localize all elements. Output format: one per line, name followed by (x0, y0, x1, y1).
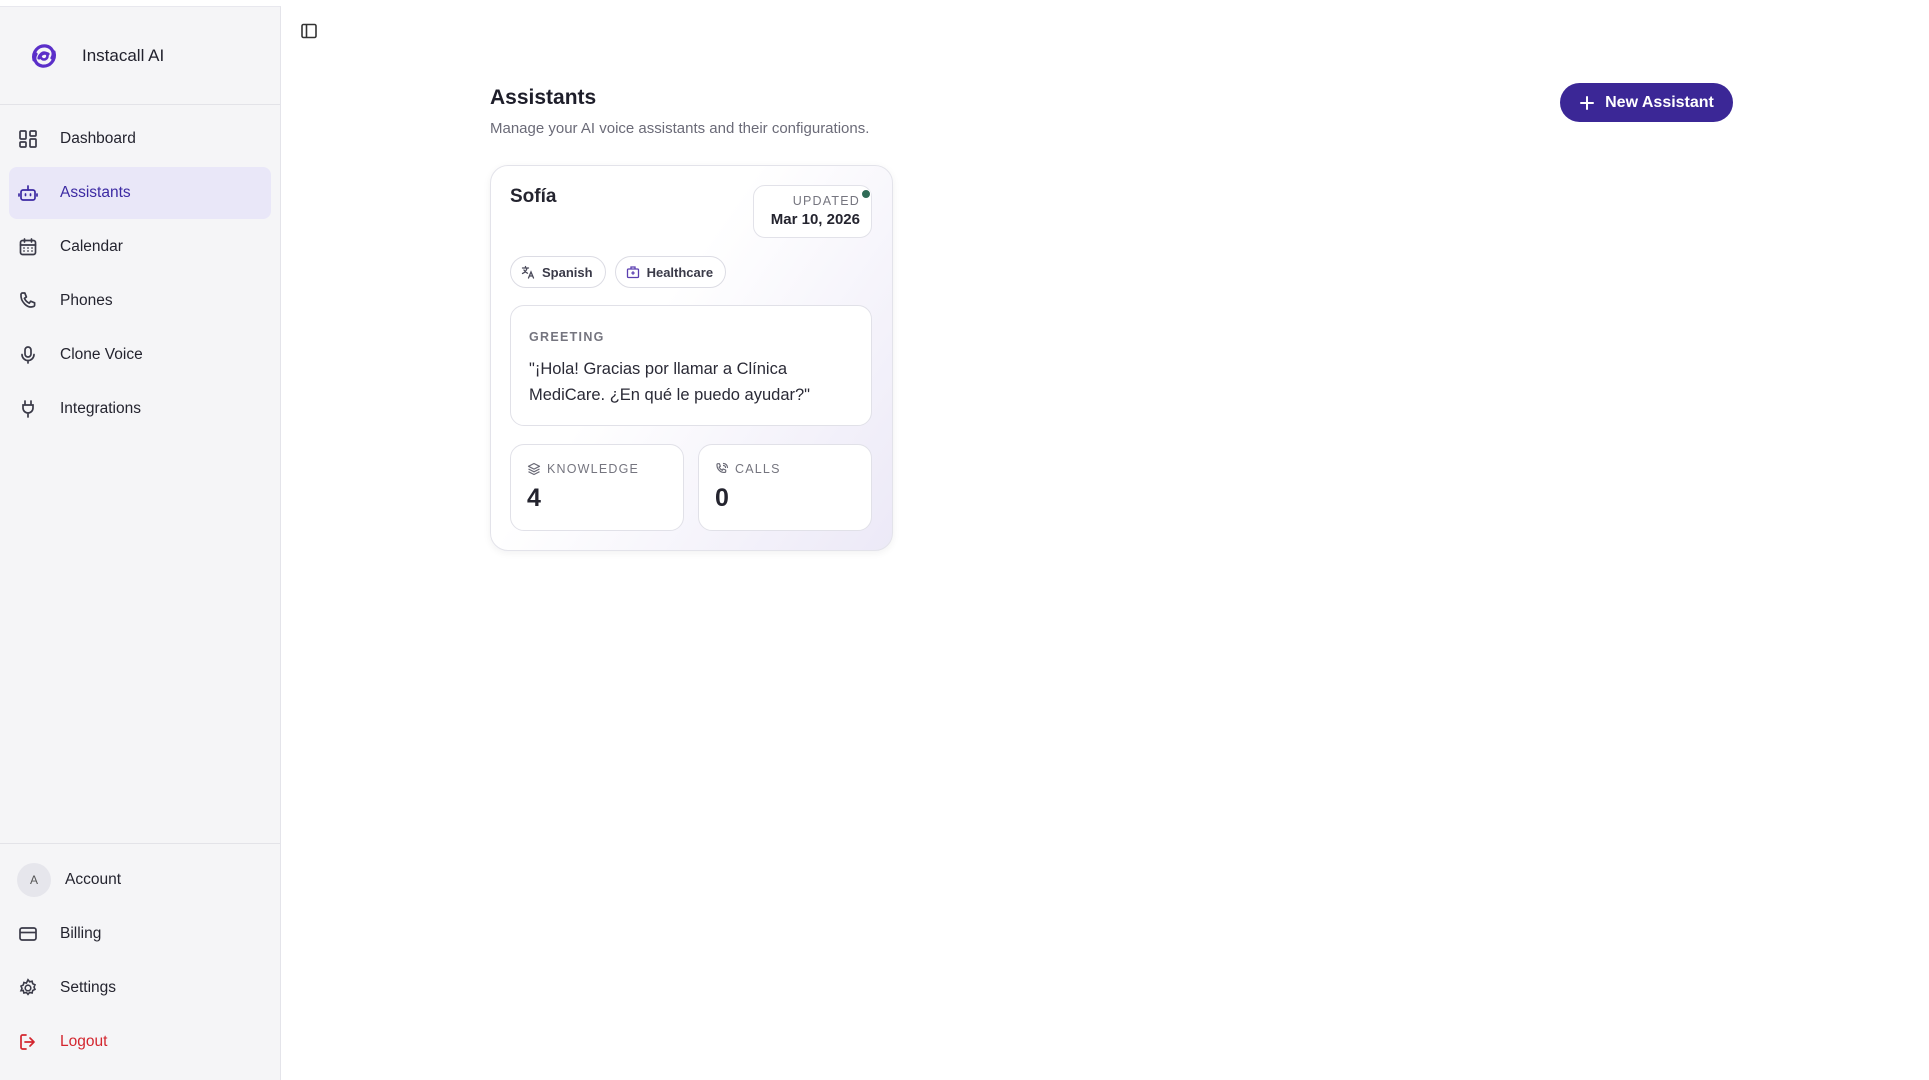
sidebar-item-label: Billing (60, 925, 102, 942)
updated-badge: UPDATED Mar 10, 2026 (753, 185, 872, 238)
hospital-icon (626, 265, 640, 279)
sidebar-item-label: Logout (60, 1033, 108, 1050)
translate-icon (521, 265, 535, 279)
dashboard-icon (17, 128, 39, 150)
sidebar-item-label: Account (65, 871, 122, 888)
tag-label: Spanish (542, 264, 593, 280)
plus-icon (1579, 95, 1595, 111)
sidebar-item-account[interactable]: A Account (9, 854, 271, 906)
knowledge-label: KNOWLEDGE (547, 462, 640, 476)
status-dot (861, 189, 871, 199)
calls-count: 0 (715, 484, 729, 512)
sidebar-item-settings[interactable]: Settings (9, 962, 271, 1014)
sidebar-item-logout[interactable]: Logout (9, 1016, 271, 1068)
sidebar-item-assistants[interactable]: Assistants (9, 167, 271, 219)
phone-call-icon (715, 462, 729, 476)
assistant-card[interactable]: Sofía UPDATED Mar 10, 2026 Spanish Healt… (490, 165, 893, 551)
sidebar-item-label: Integrations (60, 400, 141, 417)
sidebar-item-integrations[interactable]: Integrations (9, 383, 271, 435)
avatar: A (17, 863, 51, 897)
sidebar-item-billing[interactable]: Billing (9, 908, 271, 960)
logout-icon (17, 1031, 39, 1053)
sidebar-item-calendar[interactable]: Calendar (9, 221, 271, 273)
sidebar-item-label: Settings (60, 979, 117, 996)
page-title: Assistants (490, 86, 597, 109)
sidebar-item-dashboard[interactable]: Dashboard (9, 113, 271, 165)
greeting-box: GREETING "¡Hola! Gracias por llamar a Cl… (510, 305, 872, 426)
greeting-label: GREETING (529, 330, 605, 344)
calls-label: CALLS (735, 462, 781, 476)
sidebar-bottom: A Account Billing Settings Logout (0, 843, 280, 1070)
tag-list: Spanish Healthcare (510, 256, 727, 288)
calls-stat: CALLS 0 (698, 444, 872, 531)
phone-icon (17, 290, 39, 312)
updated-date: Mar 10, 2026 (770, 211, 860, 228)
app-logo-icon (26, 38, 62, 74)
calendar-icon (17, 236, 39, 258)
gear-icon (17, 977, 39, 999)
microphone-icon (17, 344, 39, 366)
plug-icon (17, 398, 39, 420)
bot-icon (17, 182, 39, 204)
app-name: Instacall AI (82, 45, 165, 65)
language-tag: Spanish (510, 256, 606, 288)
sidebar-item-label: Assistants (60, 184, 131, 201)
knowledge-count: 4 (527, 484, 541, 512)
sidebar-item-label: Calendar (60, 238, 123, 255)
main-nav: Dashboard Assistants Calendar Phones Clo… (0, 105, 280, 435)
sidebar-item-phones[interactable]: Phones (9, 275, 271, 327)
credit-card-icon (17, 923, 39, 945)
sidebar-item-clone-voice[interactable]: Clone Voice (9, 329, 271, 381)
industry-tag: Healthcare (614, 256, 727, 288)
knowledge-stat: KNOWLEDGE 4 (510, 444, 684, 531)
tag-label: Healthcare (646, 264, 714, 280)
layers-icon (527, 462, 541, 476)
assistant-name: Sofía (510, 186, 557, 207)
updated-label: UPDATED (792, 194, 860, 208)
sidebar-item-label: Dashboard (60, 130, 136, 147)
greeting-text: "¡Hola! Gracias por llamar a Clínica Med… (529, 360, 811, 404)
sidebar: Instacall AI Dashboard Assistants Calend… (0, 6, 281, 1080)
sidebar-item-label: Clone Voice (60, 346, 143, 363)
new-assistant-label: New Assistant (1605, 93, 1714, 111)
sidebar-toggle-icon[interactable] (300, 22, 318, 40)
page-subtitle: Manage your AI voice assistants and thei… (490, 120, 870, 137)
new-assistant-button[interactable]: New Assistant (1560, 83, 1733, 122)
sidebar-item-label: Phones (60, 292, 113, 309)
brand[interactable]: Instacall AI (0, 7, 280, 105)
